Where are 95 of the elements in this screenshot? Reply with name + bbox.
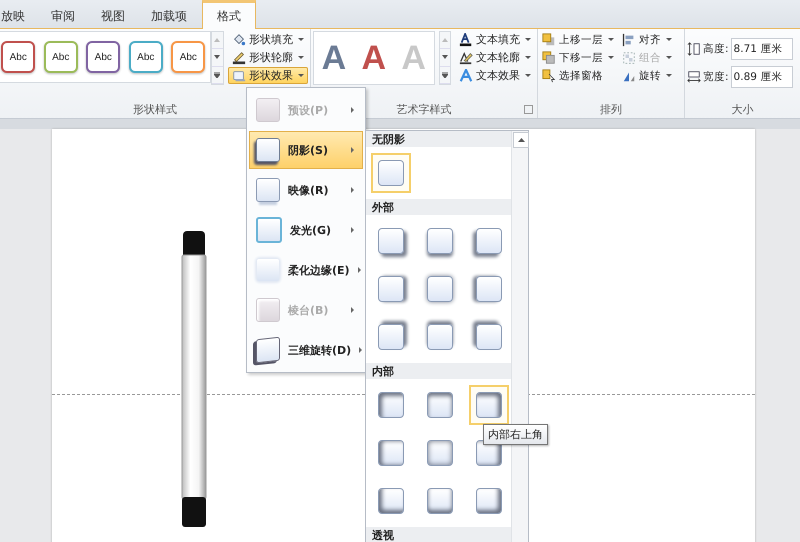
- text-command-button[interactable]: 文本效果: [455, 67, 535, 84]
- ribbon-tab[interactable]: 放映: [0, 3, 36, 28]
- submenu-arrow-icon: [351, 307, 354, 313]
- ribbon-tab[interactable]: 视图: [90, 3, 136, 28]
- ribbon-tab[interactable]: 格式: [202, 0, 256, 29]
- backward-icon: [542, 50, 556, 64]
- bevel-icon: [256, 298, 280, 322]
- ribbon-tab[interactable]: 审阅: [40, 3, 86, 28]
- forward-icon: [542, 32, 556, 46]
- down-arrow-icon: [442, 55, 448, 60]
- more-button[interactable]: [440, 66, 450, 84]
- size-input-field[interactable]: 8.71 厘米: [730, 38, 793, 60]
- outline-icon: [232, 50, 246, 64]
- group-label: 大小: [732, 102, 754, 116]
- text-command-button[interactable]: 文本轮廓: [455, 49, 535, 66]
- text-effects-icon: [459, 68, 473, 82]
- shape-style-preset[interactable]: Abc: [1, 41, 36, 73]
- caret-icon: [298, 38, 304, 41]
- rotation-icon: [256, 336, 280, 364]
- wordart-sample[interactable]: A: [322, 41, 346, 75]
- arrange-command-button[interactable]: 上移一层: [540, 31, 616, 48]
- submenu-arrow-icon: [351, 107, 354, 113]
- wordart-sample[interactable]: A: [362, 41, 386, 75]
- section-heading: 无阴影: [366, 131, 511, 147]
- glow-icon: [256, 217, 282, 243]
- submenu-arrow-icon: [358, 267, 361, 273]
- caret-icon: [666, 38, 672, 41]
- up-arrow-icon: [442, 38, 448, 42]
- pen-drawing[interactable]: [181, 231, 207, 529]
- shape-style-preset[interactable]: Abc: [86, 41, 120, 73]
- down-arrow-icon: [214, 55, 220, 60]
- scroll-down-button[interactable]: [440, 49, 450, 67]
- submenu-arrow-icon: [351, 187, 354, 193]
- shape-style-preset[interactable]: Abc: [171, 41, 206, 73]
- soft-icon: [256, 258, 280, 282]
- shape-command-button[interactable]: 形状填充: [228, 31, 308, 48]
- group-icon: [622, 50, 636, 64]
- effects-icon: [232, 68, 246, 82]
- caret-icon: [298, 56, 304, 59]
- ribbon-tab[interactable]: 加载项: [140, 3, 198, 28]
- up-arrow-icon: [518, 138, 524, 142]
- caret-icon: [525, 38, 531, 41]
- shadow-icon: [256, 138, 280, 162]
- arrange-command-button[interactable]: 选择窗格: [540, 67, 616, 84]
- caret-icon: [608, 56, 614, 59]
- up-arrow-icon: [214, 38, 220, 42]
- shape-style-preset[interactable]: Abc: [128, 41, 163, 73]
- arrange-command-button[interactable]: 对齐: [620, 31, 674, 48]
- text-fill-icon: [459, 32, 473, 46]
- caret-icon: [666, 56, 672, 59]
- submenu-arrow-icon: [359, 347, 362, 353]
- shape-style-preset[interactable]: Abc: [44, 41, 78, 73]
- more-arrow-icon: [214, 72, 220, 78]
- text-outline-icon: [459, 50, 473, 64]
- section-heading: 透视: [366, 527, 511, 542]
- shape-command-button[interactable]: 形状轮廓: [228, 49, 308, 66]
- arrange-command-button[interactable]: 旋转: [620, 67, 674, 84]
- section-heading: 外部: [366, 199, 511, 215]
- caret-icon: [525, 74, 531, 77]
- arrange-command-button[interactable]: 下移一层: [540, 49, 616, 66]
- preset-icon: [256, 98, 280, 122]
- size-input-field[interactable]: 0.89 厘米: [730, 66, 793, 88]
- more-arrow-icon: [442, 72, 448, 78]
- caret-icon: [298, 74, 304, 77]
- scroll-down-button[interactable]: [212, 49, 223, 67]
- group-label: 艺术字样式: [396, 102, 452, 116]
- menu-item[interactable]: 柔化边缘(E): [249, 251, 363, 289]
- text-command-button[interactable]: 文本填充: [455, 31, 535, 48]
- section-heading: 内部: [366, 363, 511, 379]
- menu-item[interactable]: 映像(R): [249, 171, 363, 209]
- submenu-arrow-icon: [351, 227, 354, 233]
- scroll-up-button[interactable]: [513, 132, 529, 148]
- shadow-option[interactable]: [371, 153, 411, 193]
- menu-item[interactable]: 发光(G): [249, 211, 363, 249]
- pane-icon: [542, 68, 556, 82]
- align-icon: [622, 32, 636, 46]
- caret-icon: [608, 38, 614, 41]
- field-label: 高度:: [703, 42, 729, 56]
- tooltip: 内部右上角: [483, 424, 548, 445]
- caret-icon: [666, 74, 672, 77]
- shadow-option[interactable]: [469, 385, 509, 425]
- menu-item[interactable]: 三维旋转(D): [249, 331, 363, 369]
- caret-icon: [525, 56, 531, 59]
- width-icon: [687, 70, 701, 84]
- group-label: 形状样式: [133, 102, 177, 116]
- more-button[interactable]: [212, 66, 223, 84]
- fill-icon: [232, 32, 246, 46]
- group-label: 排列: [600, 102, 622, 116]
- field-label: 宽度:: [703, 70, 729, 84]
- height-icon: [687, 42, 701, 56]
- reflection-icon: [256, 178, 280, 202]
- dialog-launcher-icon[interactable]: [524, 105, 533, 114]
- menu-item[interactable]: 阴影(S): [249, 131, 363, 169]
- submenu-arrow-icon: [351, 147, 354, 153]
- shape-command-button[interactable]: 形状效果: [228, 67, 308, 84]
